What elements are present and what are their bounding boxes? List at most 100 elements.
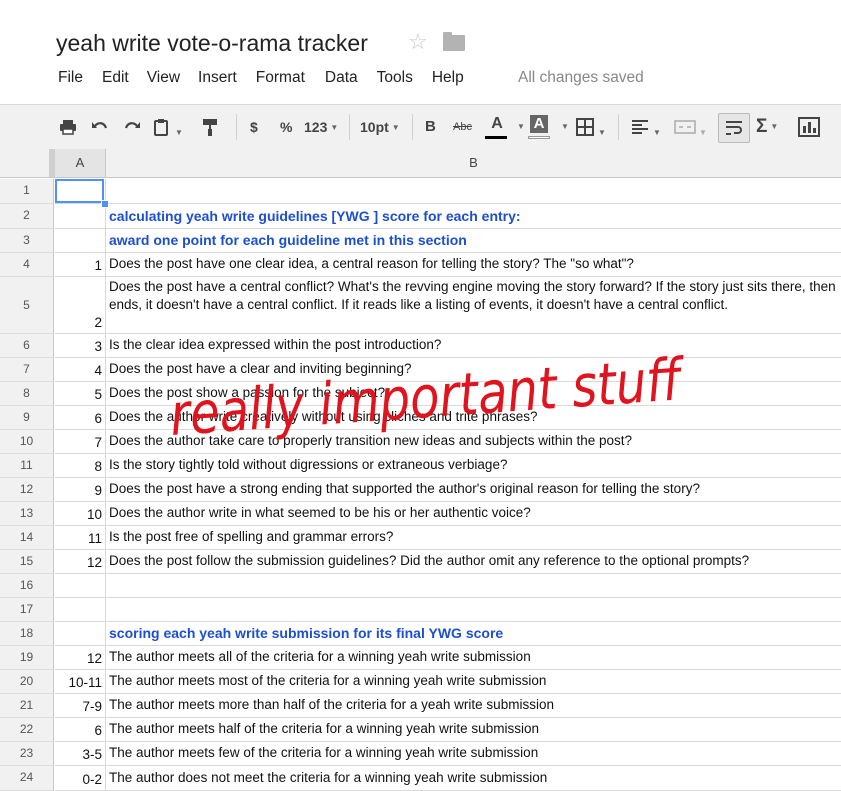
cell-b[interactable]: Does the post have a central conflict? W…: [106, 277, 841, 334]
currency-format-button[interactable]: $: [250, 115, 258, 139]
row-header[interactable]: 6: [0, 334, 54, 358]
cell-a[interactable]: 3-5: [55, 742, 106, 766]
paint-format-icon[interactable]: [200, 115, 220, 139]
cell-a[interactable]: [55, 598, 106, 622]
menu-help[interactable]: Help: [432, 69, 464, 89]
column-header-b[interactable]: B: [106, 149, 841, 178]
menu-format[interactable]: Format: [256, 69, 305, 89]
row-header[interactable]: 5: [0, 277, 54, 334]
cell-a[interactable]: 7: [55, 430, 106, 454]
folder-icon[interactable]: [443, 32, 465, 51]
cell-a[interactable]: 12: [55, 646, 106, 670]
text-color-button[interactable]: A ▼: [484, 115, 525, 139]
cell-b[interactable]: Is the clear idea expressed within the p…: [106, 334, 841, 358]
row-header[interactable]: 9: [0, 406, 54, 430]
cell-a[interactable]: 8: [55, 454, 106, 478]
row-header[interactable]: 16: [0, 574, 54, 598]
paste-format-icon[interactable]: ▼: [152, 115, 183, 139]
cell-a[interactable]: [55, 622, 106, 646]
row-header[interactable]: 18: [0, 622, 54, 646]
menu-insert[interactable]: Insert: [198, 69, 237, 89]
cell-b[interactable]: Is the story tightly told without digres…: [106, 454, 841, 478]
print-icon[interactable]: [58, 115, 78, 139]
row-header[interactable]: 19: [0, 646, 54, 670]
row-header[interactable]: 3: [0, 229, 54, 253]
menu-data[interactable]: Data: [325, 69, 358, 89]
fill-color-button[interactable]: A ▼: [527, 115, 569, 139]
cell-b[interactable]: The author meets most of the criteria fo…: [106, 670, 841, 694]
row-header[interactable]: 1: [0, 179, 54, 204]
cell-b[interactable]: [106, 598, 841, 622]
cell-b[interactable]: The author meets more than half of the c…: [106, 694, 841, 718]
menu-view[interactable]: View: [147, 69, 180, 89]
cell-b[interactable]: The author meets half of the criteria fo…: [106, 718, 841, 742]
cell-b[interactable]: Does the post follow the submission guid…: [106, 550, 841, 574]
cell-b[interactable]: The author meets few of the criteria for…: [106, 742, 841, 766]
cell-a[interactable]: 4: [55, 358, 106, 382]
cell-a[interactable]: 6: [55, 718, 106, 742]
row-header[interactable]: 13: [0, 502, 54, 526]
cell-a[interactable]: 7-9: [55, 694, 106, 718]
cell-b[interactable]: calculating yeah write guidelines [YWG ]…: [106, 204, 841, 229]
fill-handle[interactable]: [101, 200, 109, 208]
cell-a[interactable]: 5: [55, 382, 106, 406]
sum-icon[interactable]: Σ ▼: [756, 115, 778, 139]
cell-b[interactable]: The author meets all of the criteria for…: [106, 646, 841, 670]
cell-b[interactable]: Does the post have a clear and inviting …: [106, 358, 841, 382]
cell-a[interactable]: [55, 574, 106, 598]
bold-button[interactable]: B: [425, 115, 436, 139]
borders-icon[interactable]: ▼: [575, 115, 606, 139]
cell-b[interactable]: [106, 179, 841, 204]
cell-b[interactable]: Does the post show a passion for the sub…: [106, 382, 841, 406]
cell-b[interactable]: Does the author take care to properly tr…: [106, 430, 841, 454]
cell-a[interactable]: [55, 229, 106, 253]
row-header[interactable]: 22: [0, 718, 54, 742]
cell-b[interactable]: Does the post have one clear idea, a cen…: [106, 253, 841, 277]
cell-b[interactable]: The author does not meet the criteria fo…: [106, 766, 841, 791]
cell-a[interactable]: 6: [55, 406, 106, 430]
cell-a[interactable]: 12: [55, 550, 106, 574]
undo-icon[interactable]: [90, 115, 110, 139]
wrap-text-icon[interactable]: [718, 113, 750, 143]
row-header[interactable]: 7: [0, 358, 54, 382]
more-formats-button[interactable]: 123 ▼: [304, 115, 338, 139]
row-header[interactable]: 11: [0, 454, 54, 478]
row-header[interactable]: 15: [0, 550, 54, 574]
row-header[interactable]: 21: [0, 694, 54, 718]
cell-a[interactable]: [55, 204, 106, 229]
star-icon[interactable]: ☆: [408, 30, 428, 54]
document-title[interactable]: yeah write vote-o-rama tracker: [56, 30, 368, 57]
cell-a[interactable]: 2: [55, 277, 106, 334]
cell-b[interactable]: Does the post have a strong ending that …: [106, 478, 841, 502]
strikethrough-button[interactable]: Abc: [453, 115, 472, 139]
cell-a[interactable]: 10-11: [55, 670, 106, 694]
select-all-corner[interactable]: [0, 149, 55, 178]
cell-b[interactable]: scoring each yeah write submission for i…: [106, 622, 841, 646]
row-header[interactable]: 24: [0, 766, 54, 791]
cell-b[interactable]: award one point for each guideline met i…: [106, 229, 841, 253]
menu-tools[interactable]: Tools: [377, 69, 413, 89]
selected-cell-a1[interactable]: [55, 179, 104, 203]
menu-file[interactable]: File: [58, 69, 83, 89]
cell-b[interactable]: Does the author write in what seemed to …: [106, 502, 841, 526]
cell-a[interactable]: 11: [55, 526, 106, 550]
merge-cells-icon[interactable]: ▼: [674, 115, 707, 139]
percent-format-button[interactable]: %: [280, 115, 292, 139]
cell-a[interactable]: 0-2: [55, 766, 106, 791]
cell-b[interactable]: [106, 574, 841, 598]
row-header[interactable]: 17: [0, 598, 54, 622]
align-left-icon[interactable]: ▼: [630, 115, 661, 139]
insert-chart-icon[interactable]: [797, 115, 821, 139]
cell-a[interactable]: 1: [55, 253, 106, 277]
row-header[interactable]: 12: [0, 478, 54, 502]
redo-icon[interactable]: [122, 115, 142, 139]
font-size-select[interactable]: 10pt ▼: [360, 115, 400, 139]
row-header[interactable]: 14: [0, 526, 54, 550]
cell-a[interactable]: 3: [55, 334, 106, 358]
cell-b[interactable]: Does the author write creatively without…: [106, 406, 841, 430]
menu-edit[interactable]: Edit: [102, 69, 129, 89]
row-header[interactable]: 10: [0, 430, 54, 454]
row-header[interactable]: 4: [0, 253, 54, 277]
row-header[interactable]: 23: [0, 742, 54, 766]
cell-a[interactable]: 10: [55, 502, 106, 526]
